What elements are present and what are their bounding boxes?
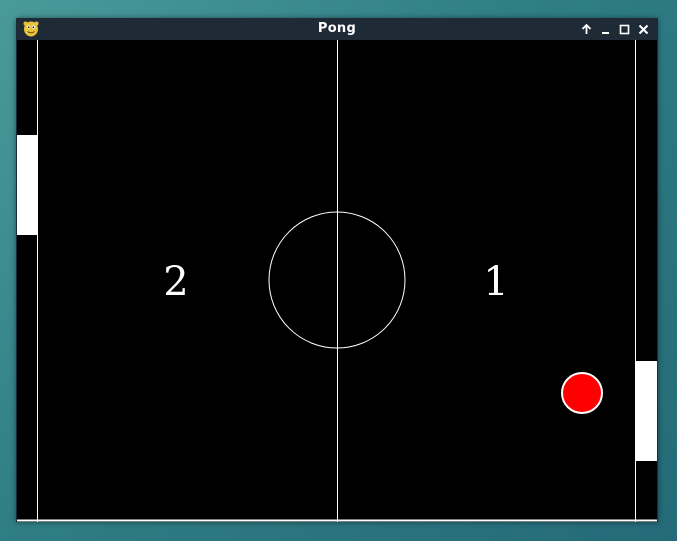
keep-above-icon[interactable] <box>580 23 593 36</box>
pong-window: Pong 2 1 <box>16 18 658 522</box>
right-score: 1 <box>483 259 508 305</box>
right-paddle <box>636 361 657 461</box>
title-bar[interactable]: Pong <box>16 18 658 40</box>
close-icon[interactable] <box>637 23 650 36</box>
maximize-icon[interactable] <box>618 23 631 36</box>
ball <box>561 372 603 414</box>
left-score: 2 <box>163 259 188 305</box>
window-controls <box>580 18 650 40</box>
left-paddle <box>17 135 37 235</box>
minimize-icon[interactable] <box>599 23 612 36</box>
game-canvas[interactable]: 2 1 <box>17 40 657 522</box>
window-title: Pong <box>317 21 357 36</box>
